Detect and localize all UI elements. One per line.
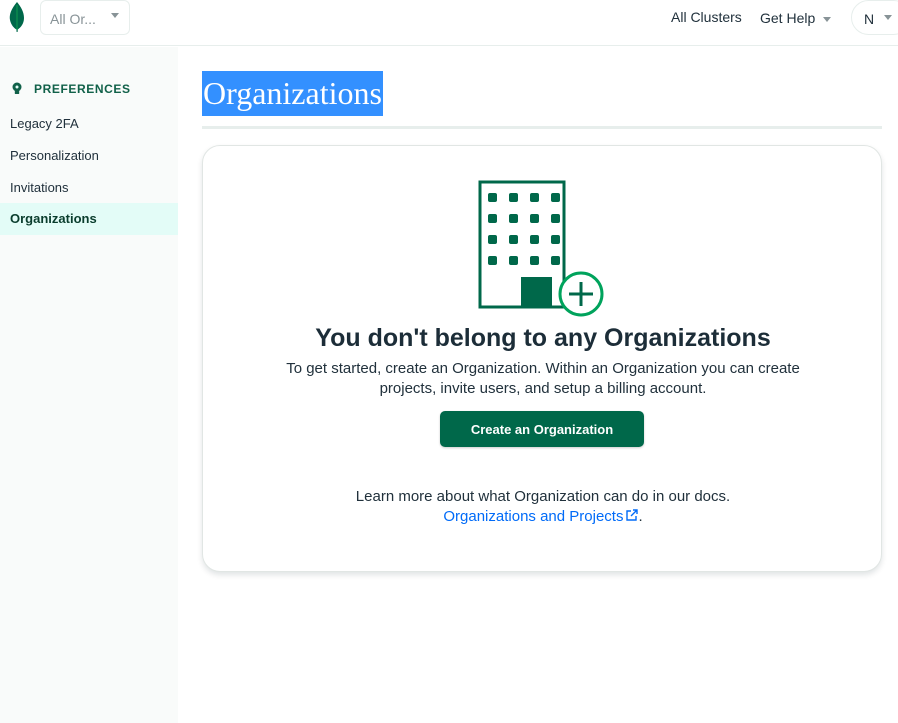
sidebar-item-label: Organizations bbox=[10, 211, 97, 226]
get-help-label: Get Help bbox=[760, 10, 816, 26]
learn-more-line: Learn more about what Organization can d… bbox=[355, 488, 731, 505]
sidebar: PREFERENCES Legacy 2FA Personalization I… bbox=[0, 47, 178, 723]
building-plus-icon bbox=[478, 180, 604, 317]
learn-more-link-line: Organizations and Projects. bbox=[443, 508, 643, 525]
empty-state-description-line: projects, invite users, and setup a bill… bbox=[379, 380, 707, 397]
chevron-down-icon bbox=[823, 16, 832, 22]
empty-state-card: You don't belong to any Organizations To… bbox=[202, 145, 882, 572]
learn-more-text: Learn more about what Organization can d… bbox=[203, 487, 883, 527]
sidebar-item-personalization[interactable]: Personalization bbox=[0, 140, 178, 172]
chevron-down-icon bbox=[884, 15, 892, 20]
docs-link[interactable]: Organizations and Projects bbox=[443, 508, 639, 525]
empty-state-heading: You don't belong to any Organizations bbox=[315, 324, 771, 352]
page-title: Organizations bbox=[202, 71, 383, 116]
user-menu-button[interactable]: N bbox=[851, 0, 898, 35]
sidebar-item-invitations[interactable]: Invitations bbox=[0, 172, 178, 204]
sidebar-item-label: Personalization bbox=[10, 148, 99, 163]
create-organization-button[interactable]: Create an Organization bbox=[440, 411, 644, 447]
organization-select[interactable]: All Or... bbox=[40, 0, 130, 35]
sidebar-item-legacy-2fa[interactable]: Legacy 2FA bbox=[0, 108, 178, 140]
empty-state-description: To get started, create an Organization. … bbox=[203, 359, 883, 399]
external-link-icon bbox=[626, 509, 639, 521]
get-help-menu[interactable]: Get Help bbox=[760, 10, 832, 26]
sidebar-item-label: Invitations bbox=[10, 180, 69, 195]
top-bar: All Or... All Clusters Get Help N bbox=[0, 0, 898, 46]
sidebar-header-label: PREFERENCES bbox=[34, 82, 131, 96]
chevron-down-icon bbox=[111, 13, 119, 18]
lightbulb-icon bbox=[12, 82, 22, 94]
mongodb-leaf-icon[interactable] bbox=[8, 2, 26, 32]
sidebar-item-label: Legacy 2FA bbox=[10, 116, 79, 131]
title-divider bbox=[202, 126, 882, 129]
empty-state-description-line: To get started, create an Organization. … bbox=[286, 360, 800, 377]
docs-link-label: Organizations and Projects bbox=[443, 508, 624, 525]
sidebar-item-organizations[interactable]: Organizations bbox=[0, 203, 178, 235]
all-clusters-link[interactable]: All Clusters bbox=[671, 9, 742, 25]
organization-select-value: All Or... bbox=[50, 11, 96, 27]
user-initial: N bbox=[864, 11, 875, 27]
